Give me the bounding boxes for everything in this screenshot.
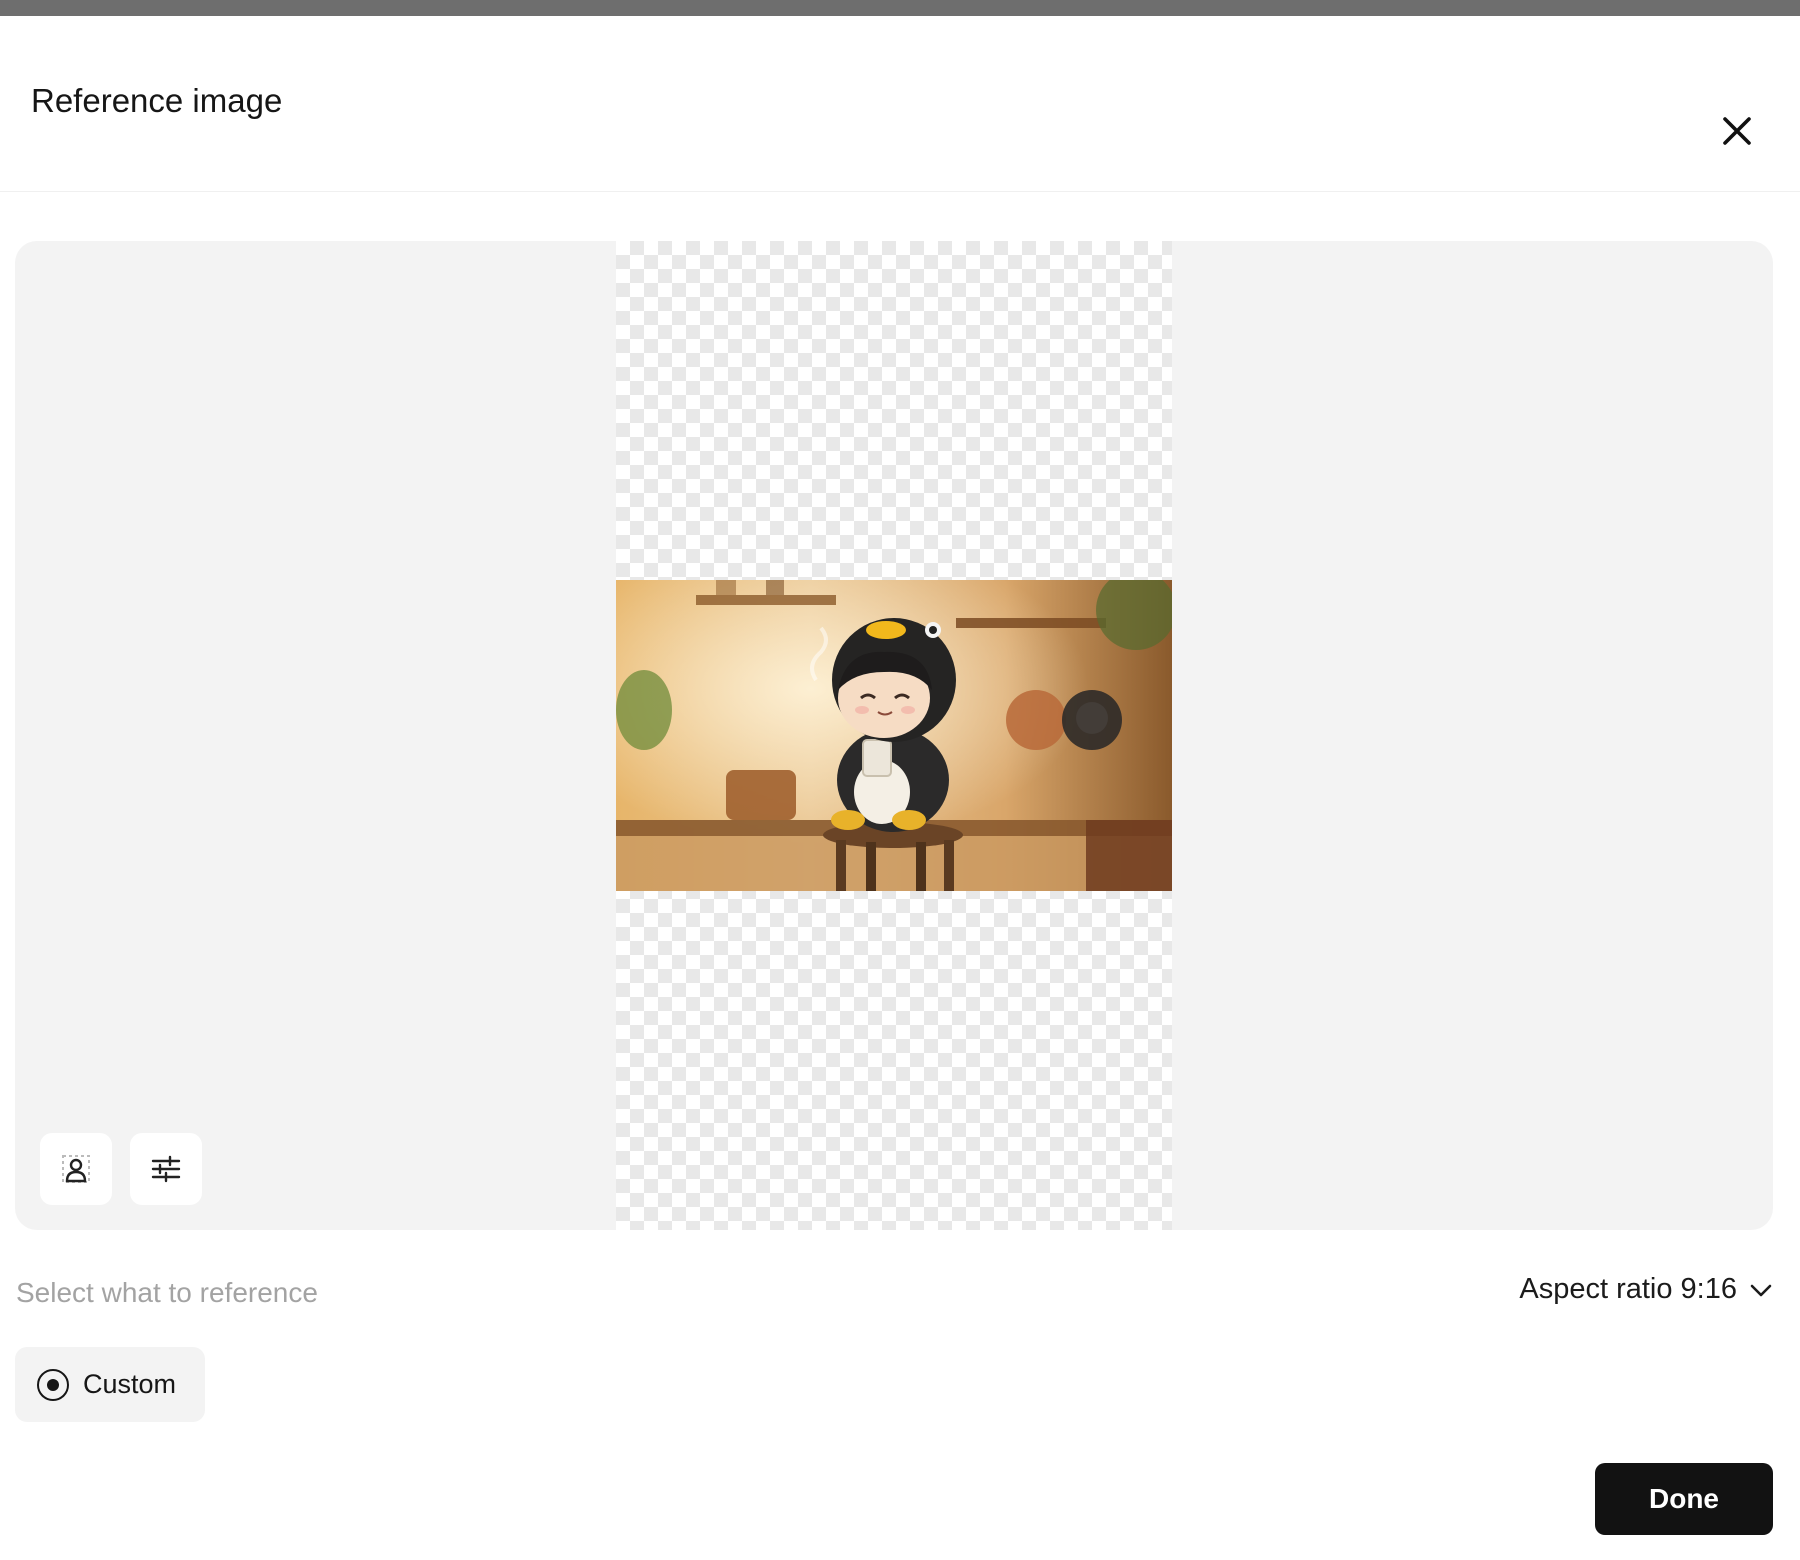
select-reference-label: Select what to reference [16,1277,318,1308]
radio-selected-icon [37,1368,69,1401]
dialog-title: Reference image [31,82,283,119]
adjust-button[interactable] [130,1133,202,1205]
done-button[interactable]: Done [1595,1463,1773,1535]
chevron-down-icon [1750,1284,1772,1296]
dialog-header: Reference image [0,16,1800,192]
sliders-icon [151,1155,181,1183]
aspect-ratio-dropdown[interactable]: Aspect ratio 9:16 [1519,1273,1773,1306]
close-icon [1723,117,1751,145]
aspect-ratio-label: Aspect ratio 9:16 [1519,1273,1737,1305]
subject-select-button[interactable] [40,1133,112,1205]
window-top-bar [0,0,1800,16]
option-custom[interactable]: Custom [15,1347,205,1422]
option-custom-label: Custom [83,1369,177,1399]
preview-canvas [15,241,1773,1230]
subject-select-icon [62,1155,90,1183]
close-button[interactable] [1712,106,1762,156]
reference-image[interactable] [616,580,1172,891]
reference-image-art [616,580,1172,891]
